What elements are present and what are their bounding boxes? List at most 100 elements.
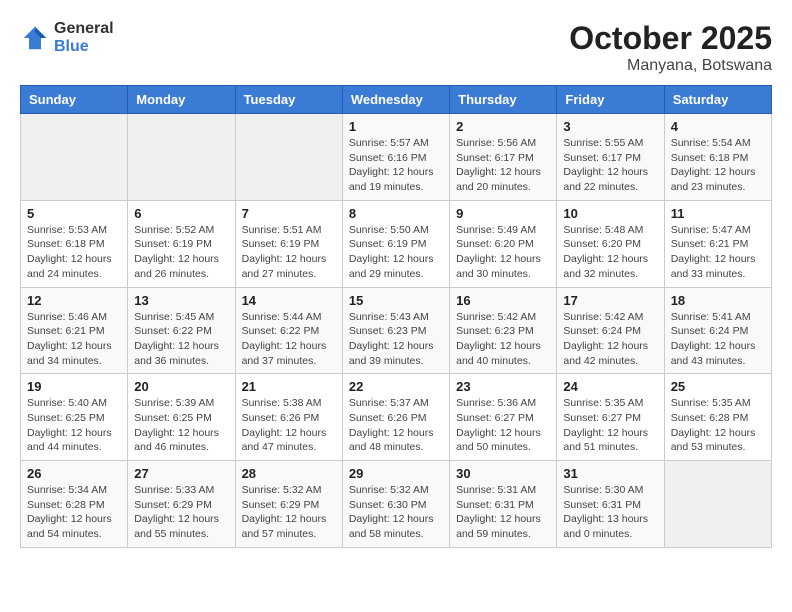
- calendar-cell: 27 Sunrise: 5:33 AM Sunset: 6:29 PM Dayli…: [128, 461, 235, 548]
- day-number: 30: [456, 466, 550, 481]
- logo-icon: [20, 23, 50, 53]
- weekday-header-row: SundayMondayTuesdayWednesdayThursdayFrid…: [21, 86, 772, 114]
- day-info: Sunrise: 5:37 AM Sunset: 6:26 PM Dayligh…: [349, 396, 443, 455]
- calendar-cell: 13 Sunrise: 5:45 AM Sunset: 6:22 PM Dayli…: [128, 287, 235, 374]
- calendar-week-row: 26 Sunrise: 5:34 AM Sunset: 6:28 PM Dayli…: [21, 461, 772, 548]
- calendar-cell: [235, 114, 342, 201]
- weekday-header-wednesday: Wednesday: [342, 86, 449, 114]
- calendar-week-row: 12 Sunrise: 5:46 AM Sunset: 6:21 PM Dayli…: [21, 287, 772, 374]
- day-info: Sunrise: 5:30 AM Sunset: 6:31 PM Dayligh…: [563, 483, 657, 542]
- day-number: 11: [671, 206, 765, 221]
- calendar-cell: 28Sunrise: 5:32 AM Sunset: 6:29 PM Dayli…: [235, 461, 342, 548]
- day-number: 1: [349, 119, 443, 134]
- calendar-cell: 31Sunrise: 5:30 AM Sunset: 6:31 PM Dayli…: [557, 461, 664, 548]
- page-header: General Blue October 2025 Manyana, Botsw…: [20, 20, 772, 75]
- calendar-cell: 26 Sunrise: 5:34 AM Sunset: 6:28 PM Dayli…: [21, 461, 128, 548]
- day-number: 19: [27, 379, 121, 394]
- day-info: Sunrise: 5:39 AM Sunset: 6:25 PM Dayligh…: [134, 396, 228, 455]
- day-info: Sunrise: 5:32 AM Sunset: 6:30 PM Dayligh…: [349, 483, 443, 542]
- day-info: Sunrise: 5:49 AM Sunset: 6:20 PM Dayligh…: [456, 223, 550, 282]
- calendar-cell: 29 Sunrise: 5:32 AM Sunset: 6:30 PM Dayli…: [342, 461, 449, 548]
- calendar-cell: 20 Sunrise: 5:39 AM Sunset: 6:25 PM Dayli…: [128, 374, 235, 461]
- location-title: Manyana, Botswana: [569, 57, 772, 75]
- calendar-cell: 30 Sunrise: 5:31 AM Sunset: 6:31 PM Dayli…: [450, 461, 557, 548]
- logo: General Blue: [20, 20, 114, 56]
- day-info: Sunrise: 5:38 AM Sunset: 6:26 PM Dayligh…: [242, 396, 336, 455]
- day-info: Sunrise: 5:42 AM Sunset: 6:23 PM Dayligh…: [456, 310, 550, 369]
- day-number: 25: [671, 379, 765, 394]
- calendar-cell: 24Sunrise: 5:35 AM Sunset: 6:27 PM Dayli…: [557, 374, 664, 461]
- day-info: Sunrise: 5:56 AM Sunset: 6:17 PM Dayligh…: [456, 136, 550, 195]
- day-number: 20: [134, 379, 228, 394]
- calendar-cell: 22Sunrise: 5:37 AM Sunset: 6:26 PM Dayli…: [342, 374, 449, 461]
- day-number: 24: [563, 379, 657, 394]
- day-info: Sunrise: 5:46 AM Sunset: 6:21 PM Dayligh…: [27, 310, 121, 369]
- day-info: Sunrise: 5:43 AM Sunset: 6:23 PM Dayligh…: [349, 310, 443, 369]
- calendar-cell: 14 Sunrise: 5:44 AM Sunset: 6:22 PM Dayli…: [235, 287, 342, 374]
- day-number: 10: [563, 206, 657, 221]
- weekday-header-thursday: Thursday: [450, 86, 557, 114]
- calendar-cell: [664, 461, 771, 548]
- day-number: 9: [456, 206, 550, 221]
- day-number: 5: [27, 206, 121, 221]
- weekday-header-tuesday: Tuesday: [235, 86, 342, 114]
- title-block: October 2025 Manyana, Botswana: [569, 20, 772, 75]
- day-info: Sunrise: 5:48 AM Sunset: 6:20 PM Dayligh…: [563, 223, 657, 282]
- day-info: Sunrise: 5:50 AM Sunset: 6:19 PM Dayligh…: [349, 223, 443, 282]
- day-info: Sunrise: 5:40 AM Sunset: 6:25 PM Dayligh…: [27, 396, 121, 455]
- day-number: 29: [349, 466, 443, 481]
- day-number: 7: [242, 206, 336, 221]
- day-info: Sunrise: 5:52 AM Sunset: 6:19 PM Dayligh…: [134, 223, 228, 282]
- calendar-cell: 18Sunrise: 5:41 AM Sunset: 6:24 PM Dayli…: [664, 287, 771, 374]
- calendar-cell: 9 Sunrise: 5:49 AM Sunset: 6:20 PM Daylig…: [450, 200, 557, 287]
- calendar-table: SundayMondayTuesdayWednesdayThursdayFrid…: [20, 85, 772, 548]
- day-number: 26: [27, 466, 121, 481]
- day-number: 17: [563, 293, 657, 308]
- day-number: 16: [456, 293, 550, 308]
- month-title: October 2025: [569, 20, 772, 57]
- calendar-cell: 11 Sunrise: 5:47 AM Sunset: 6:21 PM Dayli…: [664, 200, 771, 287]
- calendar-cell: 8 Sunrise: 5:50 AM Sunset: 6:19 PM Daylig…: [342, 200, 449, 287]
- calendar-cell: [21, 114, 128, 201]
- calendar-cell: 23Sunrise: 5:36 AM Sunset: 6:27 PM Dayli…: [450, 374, 557, 461]
- calendar-cell: 21 Sunrise: 5:38 AM Sunset: 6:26 PM Dayli…: [235, 374, 342, 461]
- day-info: Sunrise: 5:45 AM Sunset: 6:22 PM Dayligh…: [134, 310, 228, 369]
- day-number: 13: [134, 293, 228, 308]
- day-number: 18: [671, 293, 765, 308]
- calendar-cell: 15 Sunrise: 5:43 AM Sunset: 6:23 PM Dayli…: [342, 287, 449, 374]
- calendar-cell: 25Sunrise: 5:35 AM Sunset: 6:28 PM Dayli…: [664, 374, 771, 461]
- calendar-cell: 6 Sunrise: 5:52 AM Sunset: 6:19 PM Daylig…: [128, 200, 235, 287]
- day-number: 12: [27, 293, 121, 308]
- day-info: Sunrise: 5:33 AM Sunset: 6:29 PM Dayligh…: [134, 483, 228, 542]
- day-info: Sunrise: 5:47 AM Sunset: 6:21 PM Dayligh…: [671, 223, 765, 282]
- calendar-cell: 5Sunrise: 5:53 AM Sunset: 6:18 PM Daylig…: [21, 200, 128, 287]
- logo-blue: Blue: [54, 38, 89, 55]
- day-number: 27: [134, 466, 228, 481]
- day-number: 3: [563, 119, 657, 134]
- day-info: Sunrise: 5:36 AM Sunset: 6:27 PM Dayligh…: [456, 396, 550, 455]
- calendar-cell: 17Sunrise: 5:42 AM Sunset: 6:24 PM Dayli…: [557, 287, 664, 374]
- weekday-header-sunday: Sunday: [21, 86, 128, 114]
- day-info: Sunrise: 5:31 AM Sunset: 6:31 PM Dayligh…: [456, 483, 550, 542]
- day-number: 14: [242, 293, 336, 308]
- day-info: Sunrise: 5:44 AM Sunset: 6:22 PM Dayligh…: [242, 310, 336, 369]
- day-number: 6: [134, 206, 228, 221]
- day-number: 21: [242, 379, 336, 394]
- day-info: Sunrise: 5:57 AM Sunset: 6:16 PM Dayligh…: [349, 136, 443, 195]
- calendar-cell: 3Sunrise: 5:55 AM Sunset: 6:17 PM Daylig…: [557, 114, 664, 201]
- calendar-week-row: 5Sunrise: 5:53 AM Sunset: 6:18 PM Daylig…: [21, 200, 772, 287]
- logo-general: General: [54, 20, 114, 37]
- calendar-cell: 2Sunrise: 5:56 AM Sunset: 6:17 PM Daylig…: [450, 114, 557, 201]
- day-number: 8: [349, 206, 443, 221]
- weekday-header-friday: Friday: [557, 86, 664, 114]
- day-number: 4: [671, 119, 765, 134]
- calendar-cell: 12 Sunrise: 5:46 AM Sunset: 6:21 PM Dayli…: [21, 287, 128, 374]
- day-info: Sunrise: 5:32 AM Sunset: 6:29 PM Dayligh…: [242, 483, 336, 542]
- day-info: Sunrise: 5:34 AM Sunset: 6:28 PM Dayligh…: [27, 483, 121, 542]
- day-number: 15: [349, 293, 443, 308]
- day-info: Sunrise: 5:54 AM Sunset: 6:18 PM Dayligh…: [671, 136, 765, 195]
- calendar-week-row: 19 Sunrise: 5:40 AM Sunset: 6:25 PM Dayli…: [21, 374, 772, 461]
- weekday-header-monday: Monday: [128, 86, 235, 114]
- calendar-week-row: 1 Sunrise: 5:57 AM Sunset: 6:16 PM Daylig…: [21, 114, 772, 201]
- day-info: Sunrise: 5:51 AM Sunset: 6:19 PM Dayligh…: [242, 223, 336, 282]
